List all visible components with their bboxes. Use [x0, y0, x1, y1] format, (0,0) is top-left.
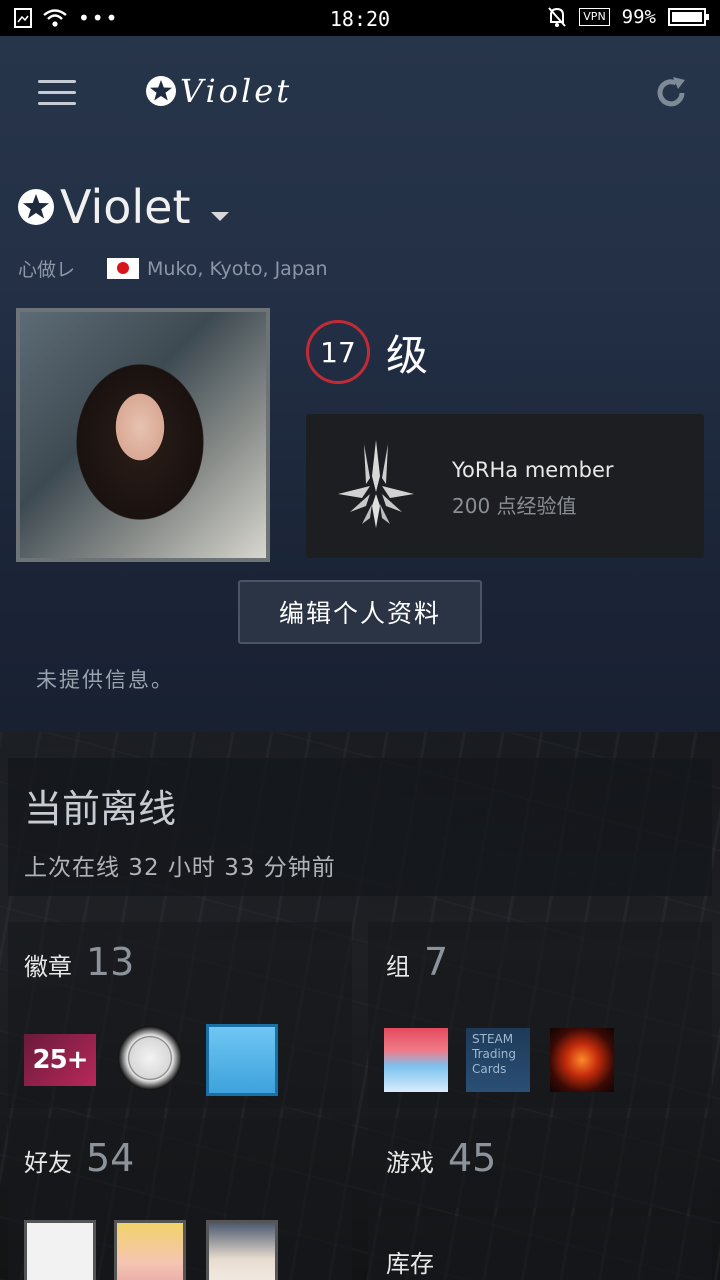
online-status-title: 当前离线	[24, 787, 177, 831]
level-ring: 17	[306, 320, 370, 384]
menu-icon[interactable]	[38, 80, 76, 106]
last-online-text: 上次在线 32 小时 33 分钟前	[24, 855, 336, 881]
avatar	[20, 312, 266, 558]
app-title-text: Violet	[180, 72, 293, 110]
star-badge-icon	[18, 189, 54, 225]
friends-label: 好友	[24, 1149, 72, 1177]
star-badge-icon	[146, 76, 176, 106]
friend-avatar[interactable]	[24, 1220, 96, 1280]
badges-count: 13	[86, 940, 135, 984]
games-count: 45	[448, 1136, 497, 1180]
status-bar: ••• 18:20 VPN 99%	[0, 0, 720, 36]
groups-count: 7	[424, 940, 449, 984]
level-number: 17	[320, 335, 356, 369]
games-label: 游戏	[386, 1149, 434, 1177]
real-name: 心做レ	[18, 259, 76, 281]
group-red-emblem[interactable]	[550, 1028, 614, 1092]
battery-icon	[668, 8, 709, 26]
featured-badge-xp: 200 点经验值	[452, 494, 577, 518]
mute-bell-icon	[548, 7, 567, 27]
friend-avatar[interactable]	[114, 1220, 186, 1280]
badge-blue-baby[interactable]	[206, 1024, 278, 1096]
location: Muko, Kyoto, Japan	[147, 257, 328, 280]
level-label: 级	[386, 331, 429, 380]
group-anime-avatar[interactable]	[384, 1028, 448, 1092]
persona-name-dropdown[interactable]: Violet	[18, 180, 229, 234]
groups-label: 组	[386, 953, 410, 981]
app-title: Violet	[146, 72, 292, 110]
japan-flag-icon	[107, 258, 140, 279]
friends-header: 好友 54	[24, 1136, 134, 1180]
avatar-frame[interactable]	[16, 308, 270, 562]
refresh-icon[interactable]	[652, 74, 690, 112]
featured-badge-name: YoRHa member	[452, 458, 614, 482]
yorha-emblem-icon	[338, 440, 414, 528]
chevron-down-icon	[210, 211, 229, 221]
friends-count: 54	[86, 1136, 135, 1180]
badges-header: 徽章 13	[24, 940, 134, 984]
battery-percent: 99%	[621, 6, 656, 28]
inventory-label: 库存	[386, 1250, 434, 1278]
group-steam-trading-cards[interactable]: STEAM Trading Cards	[466, 1028, 530, 1092]
profile-summary: 未提供信息。	[36, 668, 174, 692]
friend-avatar[interactable]	[206, 1220, 278, 1280]
vpn-indicator: VPN	[579, 8, 610, 26]
edit-profile-button[interactable]: 编辑个人资料	[238, 580, 482, 644]
persona-name: Violet	[60, 180, 191, 234]
groups-header: 组 7	[386, 940, 448, 984]
badges-label: 徽章	[24, 953, 72, 981]
badge-25-plus[interactable]: 25+	[24, 1034, 96, 1086]
games-header: 游戏 45	[386, 1136, 496, 1180]
badge-portal-core[interactable]	[118, 1026, 182, 1090]
profile-subline: 心做レ Muko, Kyoto, Japan	[18, 255, 328, 282]
inventory-header: 库存	[386, 1244, 434, 1279]
